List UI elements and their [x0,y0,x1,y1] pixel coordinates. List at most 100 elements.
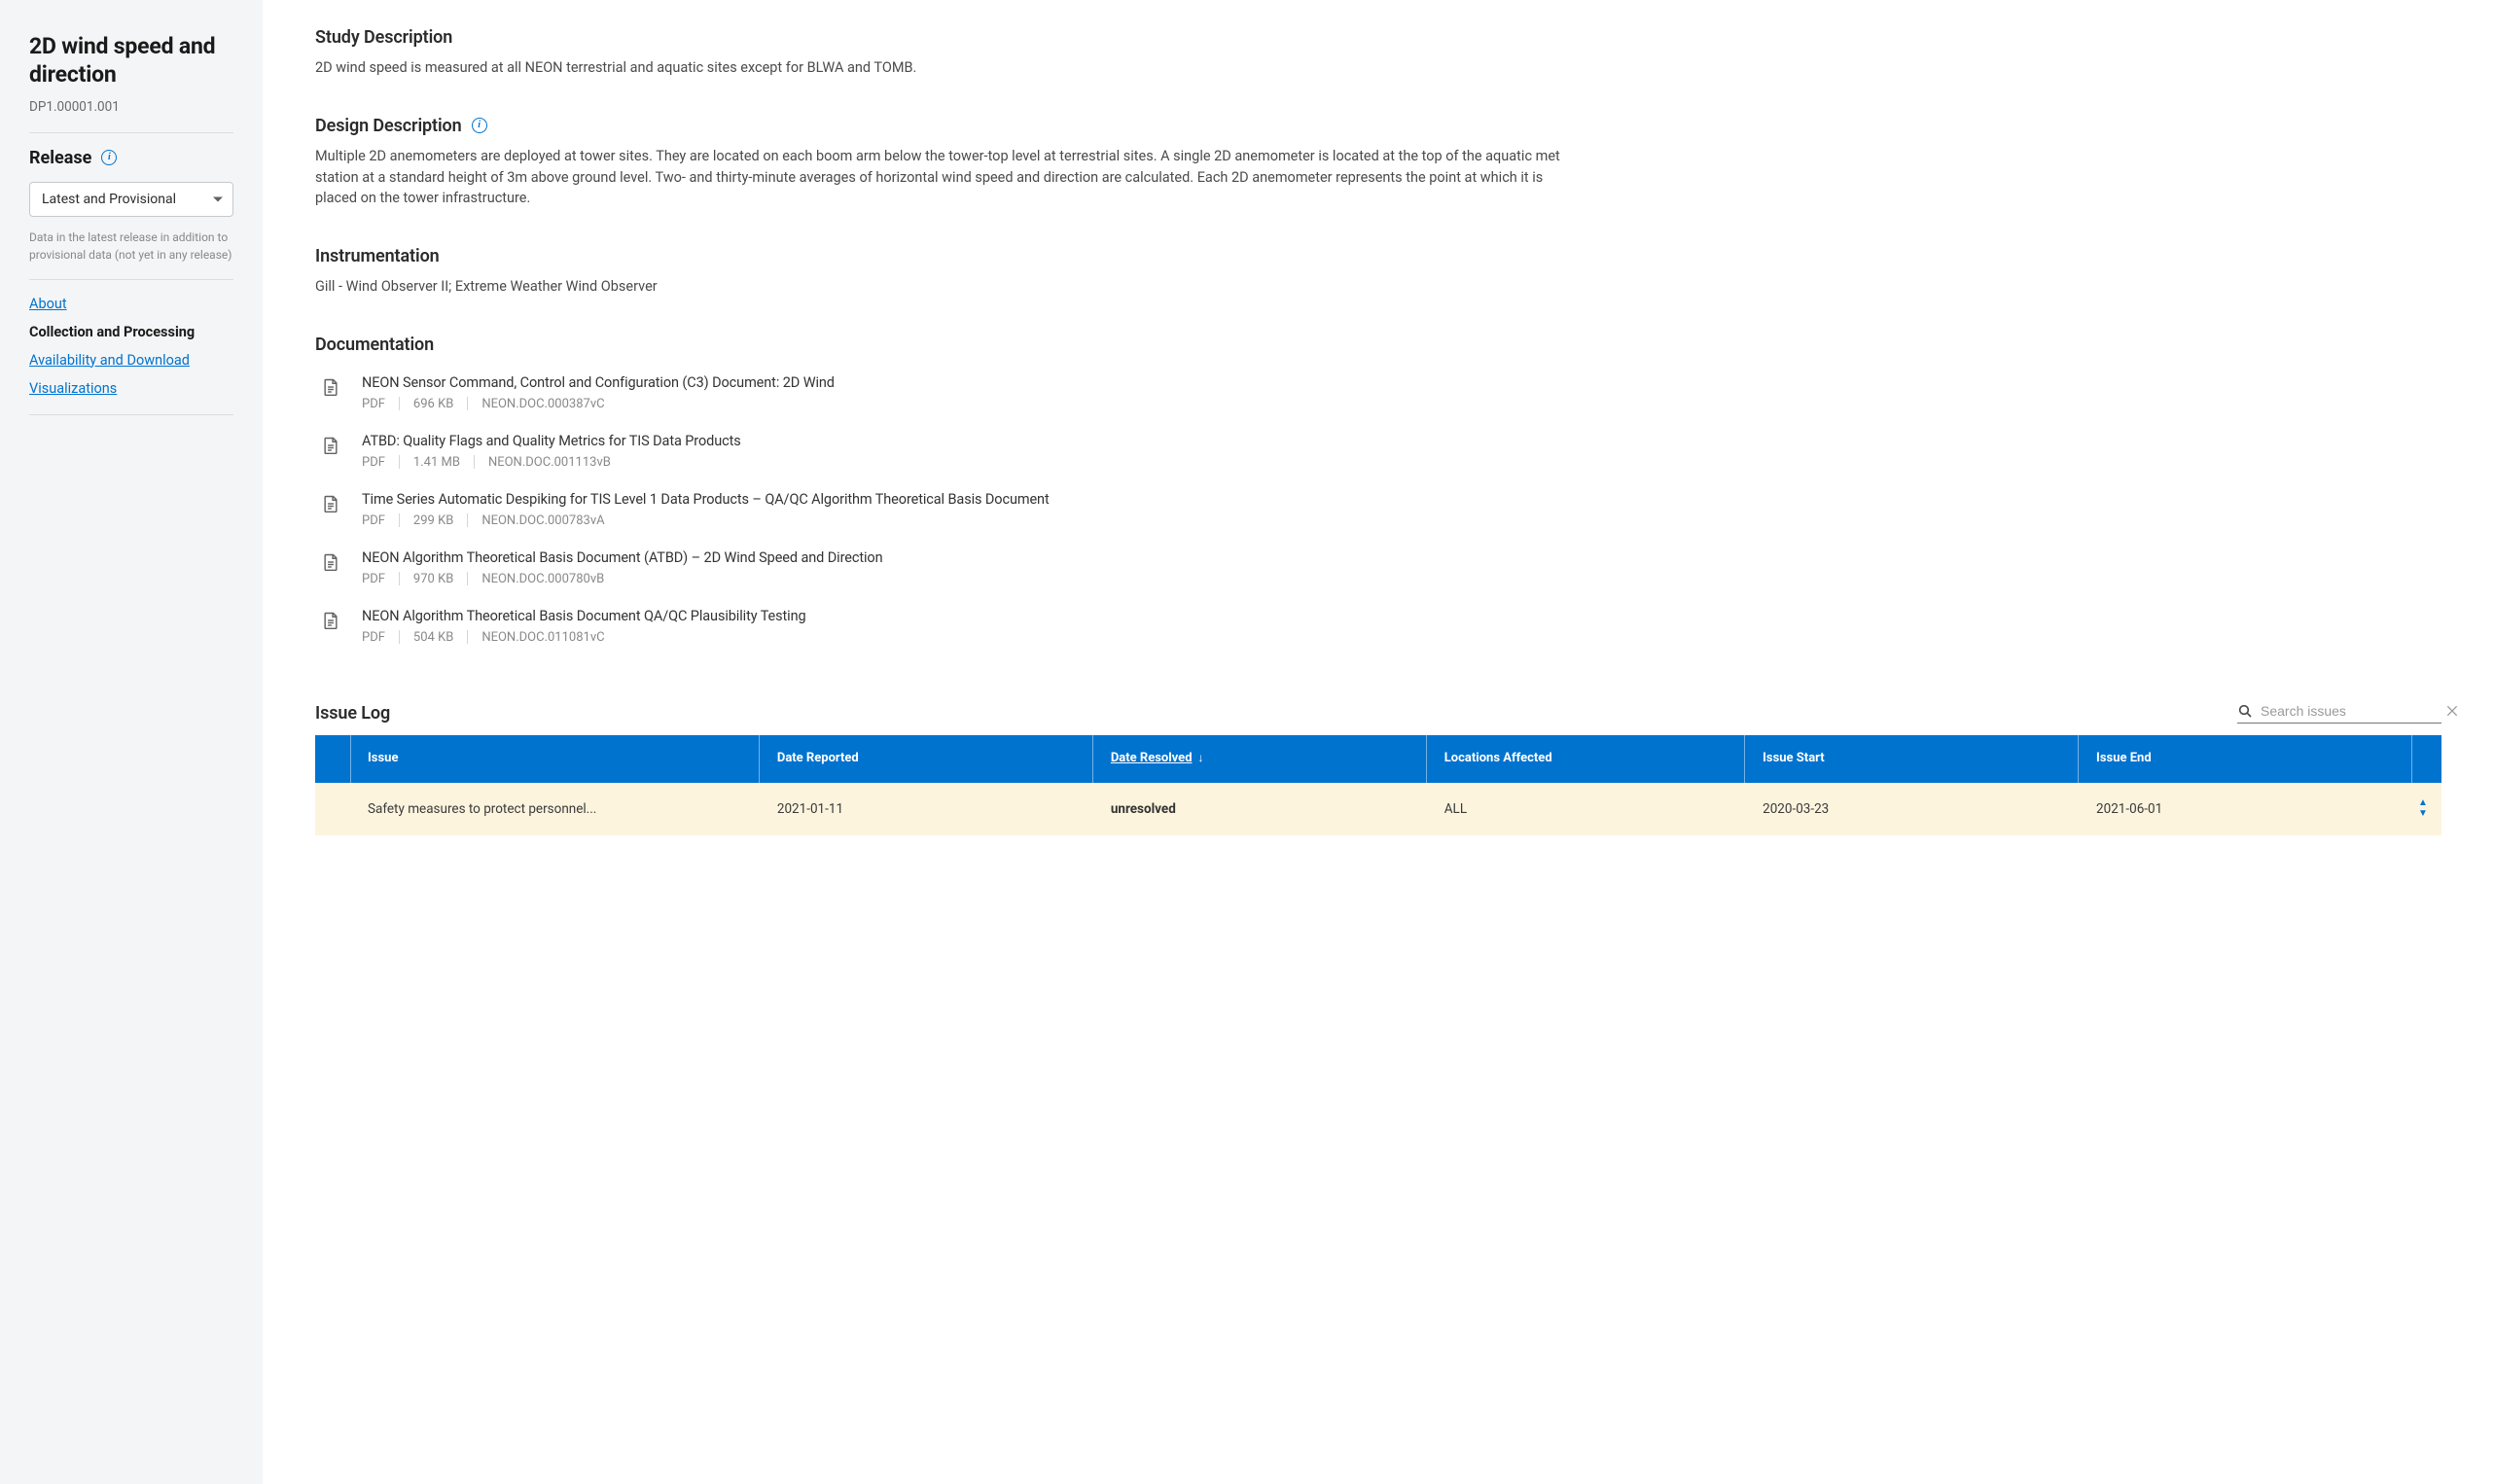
study-description-section: Study Description 2D wind speed is measu… [315,27,2441,79]
study-description-body: 2D wind speed is measured at all NEON te… [315,57,1560,79]
expand-icon: ▲ ▼ [2418,798,2428,820]
issue-col-locations[interactable]: Locations Affected [1427,735,1745,783]
divider [29,279,233,280]
sidebar: 2D wind speed and direction DP1.00001.00… [0,0,263,1484]
separator [399,572,400,585]
issue-col-start[interactable]: Issue Start [1745,735,2079,783]
doc-meta: PDF 696 KB NEON.DOC.000387vC [362,397,2441,411]
documentation-item[interactable]: NEON Sensor Command, Control and Configu… [315,374,2441,411]
doc-type: PDF [362,513,385,528]
separator [467,630,468,644]
release-help-text: Data in the latest release in addition t… [29,229,233,264]
issue-search[interactable] [2237,703,2441,724]
release-heading-label: Release [29,148,91,168]
doc-size: 696 KB [413,397,453,411]
doc-type: PDF [362,397,385,411]
separator [467,397,468,410]
documentation-item[interactable]: ATBD: Quality Flags and Quality Metrics … [315,433,2441,470]
separator [399,513,400,527]
design-description-section: Design Description i Multiple 2D anemome… [315,116,2441,209]
doc-id: NEON.DOC.000780vB [481,572,604,586]
info-icon[interactable]: i [472,118,487,133]
file-icon [321,377,340,401]
issue-row-date-resolved: unresolved [1093,783,1427,835]
instrumentation-section: Instrumentation Gill - Wind Observer II;… [315,246,2441,298]
doc-size: 970 KB [413,572,453,586]
doc-meta: PDF 970 KB NEON.DOC.000780vB [362,572,2441,586]
doc-size: 299 KB [413,513,453,528]
divider [29,414,233,415]
design-description-body: Multiple 2D anemometers are deployed at … [315,146,1560,209]
doc-meta: PDF1.41 MBNEON.DOC.001113vB [362,455,2441,470]
documentation-item[interactable]: NEON Algorithm Theoretical Basis Documen… [315,549,2441,586]
release-select[interactable]: Latest and Provisional [29,182,233,217]
doc-meta: PDF504 KBNEON.DOC.011081vC [362,630,2441,645]
documentation-section: Documentation NEON Sensor Command, Contr… [315,335,2441,645]
close-icon[interactable] [2444,703,2460,719]
separator [467,572,468,585]
issue-col-date-reported[interactable]: Date Reported [760,735,1093,783]
study-description-heading: Study Description [315,27,2441,48]
release-heading: Release i [29,148,233,168]
doc-type: PDF [362,455,385,470]
issue-row-date-reported: 2021-01-11 [760,783,1093,835]
file-icon [321,611,340,634]
documentation-heading: Documentation [315,335,2441,355]
divider [29,132,233,133]
chevron-down-icon [213,196,223,201]
doc-title: Time Series Automatic Despiking for TIS … [362,491,2441,508]
search-icon [2237,703,2253,719]
doc-id: NEON.DOC.001113vB [488,455,611,470]
issue-col-end[interactable]: Issue End [2079,735,2412,783]
issue-col-issue[interactable]: Issue [350,735,760,783]
issue-col-spacer [315,735,351,783]
instrumentation-body: Gill - Wind Observer II; Extreme Weather… [315,276,1560,298]
issue-row-issue: Safety measures to protect personnel... [350,783,760,835]
design-description-heading: Design Description i [315,116,2441,136]
issue-row-spacer [315,783,350,835]
file-icon [321,494,340,517]
instrumentation-heading: Instrumentation [315,246,2441,266]
page-title: 2D wind speed and direction [29,33,233,89]
sidebar-item-availability[interactable]: Availability and Download [29,352,190,369]
issue-log-table: Issue Date Reported Date Resolved ↓ Loca… [315,735,2441,835]
design-description-heading-label: Design Description [315,116,462,136]
doc-type: PDF [362,572,385,586]
doc-id: NEON.DOC.000387vC [481,397,604,411]
doc-title: NEON Sensor Command, Control and Configu… [362,374,2441,391]
issue-log-row: Safety measures to protect personnel... … [315,783,2441,835]
issue-col-date-resolved[interactable]: Date Resolved ↓ [1093,735,1427,783]
doc-title: NEON Algorithm Theoretical Basis Documen… [362,549,2441,566]
issue-row-end: 2021-06-01 [2079,783,2412,835]
doc-meta: PDF 299 KB NEON.DOC.000783vA [362,513,2441,528]
info-icon[interactable]: i [101,150,117,165]
issue-log-header-row: Issue Date Reported Date Resolved ↓ Loca… [315,735,2441,783]
sidebar-item-collection[interactable]: Collection and Processing [29,324,195,340]
doc-title: NEON Algorithm Theoretical Basis Documen… [362,608,2441,624]
sidebar-item-about[interactable]: About [29,296,67,312]
issue-search-input[interactable] [2261,703,2437,719]
documentation-item[interactable]: Time Series Automatic Despiking for TIS … [315,491,2441,528]
documentation-item[interactable]: NEON Algorithm Theoretical Basis Documen… [315,608,2441,645]
separator [467,513,468,527]
sidebar-item-visualizations[interactable]: Visualizations [29,380,117,397]
file-icon [321,552,340,576]
issue-log-heading: Issue Log [315,703,390,724]
issue-log-section: Issue Log Issue Date [315,703,2441,835]
release-select-value: Latest and Provisional [42,192,176,207]
doc-title: ATBD: Quality Flags and Quality Metrics … [362,433,2441,449]
sort-descending-icon: ↓ [1198,751,1204,766]
issue-row-expand[interactable]: ▲ ▼ [2412,783,2441,835]
doc-id: NEON.DOC.011081vC [481,630,604,645]
issue-row-start: 2020-03-23 [1745,783,2079,835]
product-code: DP1.00001.001 [29,99,233,115]
issue-row-locations: ALL [1427,783,1745,835]
sidebar-nav: About Collection and Processing Availabi… [29,296,233,397]
separator [474,455,475,469]
separator [399,630,400,644]
issue-col-expand-spacer [2412,735,2441,783]
doc-size: 504 KB [413,630,453,645]
separator [399,455,400,469]
doc-id: NEON.DOC.000783vA [481,513,604,528]
documentation-list: NEON Sensor Command, Control and Configu… [315,374,2441,645]
